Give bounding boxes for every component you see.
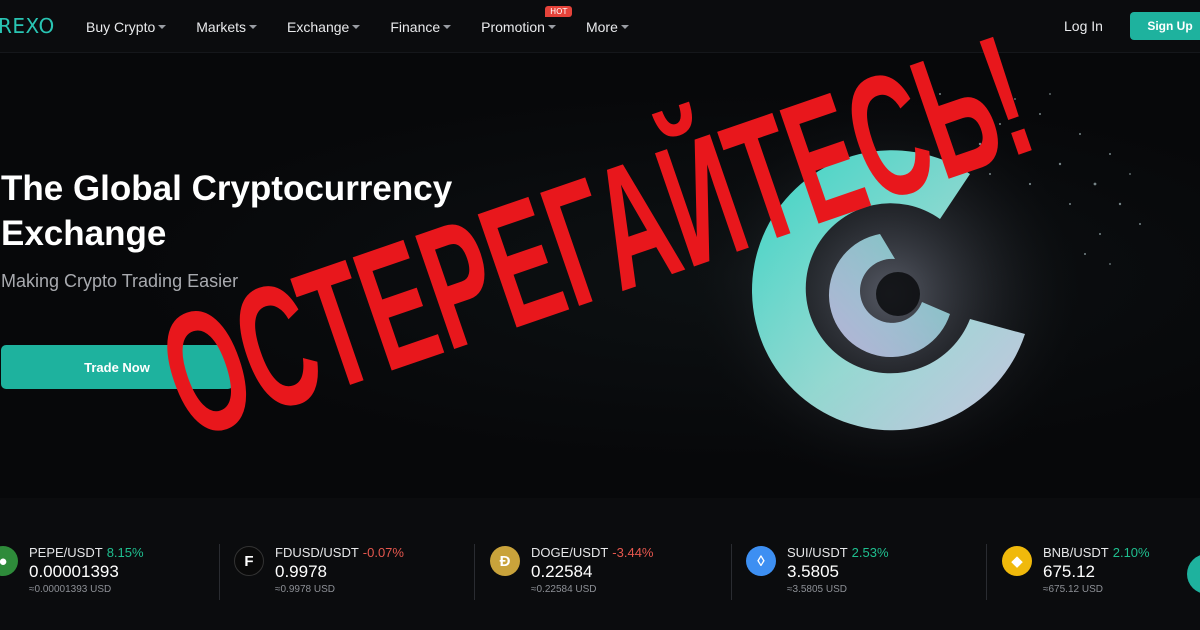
pepe-coin-icon: ● bbox=[0, 546, 18, 576]
ticker-pair: PEPE/USDT 8.15% bbox=[29, 545, 144, 560]
nav-more[interactable]: More bbox=[586, 19, 629, 35]
nav-label: Buy Crypto bbox=[86, 18, 156, 35]
ticker-pair: DOGE/USDT -3.44% bbox=[531, 545, 654, 560]
ticker-pair: FDUSD/USDT -0.07% bbox=[275, 545, 404, 560]
ticker-pair: BNB/USDT 2.10% bbox=[1043, 545, 1150, 560]
nav-label: More bbox=[585, 18, 618, 35]
ticker-change: -0.07% bbox=[362, 545, 404, 560]
ticker-pair-label: DOGE/USDT bbox=[531, 545, 609, 560]
hot-badge: HOT bbox=[545, 5, 573, 17]
ticker-price: 3.5805 bbox=[787, 562, 839, 581]
hero-title: The Global Cryptocurrency Exchange bbox=[1, 169, 453, 253]
bnb-coin-icon: ◆ bbox=[1002, 546, 1032, 576]
floating-support-button[interactable] bbox=[1187, 554, 1200, 594]
ticker-divider bbox=[219, 544, 220, 600]
ticker-divider bbox=[986, 544, 987, 600]
nav-label: Exchange bbox=[287, 18, 350, 35]
chevron-down-icon bbox=[352, 24, 361, 29]
nav-label: Promotion bbox=[481, 18, 545, 35]
ticker-pair-label: FDUSD/USDT bbox=[275, 545, 359, 560]
ticker-pair-label: BNB/USDT bbox=[1043, 545, 1109, 560]
ticker-change: 8.15% bbox=[106, 545, 144, 560]
hero-subtitle: Making Crypto Trading Easier bbox=[1, 271, 239, 291]
chevron-down-icon bbox=[620, 24, 629, 29]
chevron-down-icon bbox=[158, 24, 167, 29]
nav-label: Markets bbox=[196, 18, 247, 35]
doge-coin-icon: Ð bbox=[490, 546, 520, 576]
ticker-change: 2.10% bbox=[1112, 545, 1150, 560]
ticker-usd: ≈3.5805 USD bbox=[787, 584, 847, 595]
ticker-usd: ≈675.12 USD bbox=[1043, 584, 1103, 595]
ticker-change: 2.53% bbox=[851, 545, 889, 560]
market-ticker: ● PEPE/USDT 8.15% 0.00001393 ≈0.00001393 … bbox=[0, 498, 1200, 630]
trade-now-button[interactable]: Trade Now bbox=[1, 345, 233, 389]
nav-label: Finance bbox=[390, 18, 441, 35]
ticker-divider bbox=[474, 544, 475, 600]
ticker-usd: ≈0.22584 USD bbox=[531, 584, 597, 595]
ticker-usd: ≈0.00001393 USD bbox=[29, 584, 112, 595]
ticker-usd: ≈0.9978 USD bbox=[275, 584, 335, 595]
chevron-down-icon bbox=[443, 24, 452, 29]
fdusd-coin-icon: F bbox=[234, 546, 264, 576]
ticker-divider bbox=[731, 544, 732, 600]
nav-markets[interactable]: Markets bbox=[196, 18, 258, 35]
login-link[interactable]: Log In bbox=[1064, 18, 1103, 34]
ticker-price: 675.12 bbox=[1043, 562, 1095, 581]
nav-buy-crypto[interactable]: Buy Crypto bbox=[86, 18, 167, 35]
ticker-change: -3.44% bbox=[612, 545, 654, 560]
hero-logo-art bbox=[690, 93, 1141, 494]
top-nav: REXO Buy Crypto Markets Exchange Finance… bbox=[0, 0, 1200, 53]
nav-finance[interactable]: Finance bbox=[390, 18, 452, 35]
hero-section: The Global Cryptocurrency Exchange Makin… bbox=[0, 54, 1200, 498]
brand-logo[interactable]: REXO bbox=[0, 14, 55, 38]
nav-promotion[interactable]: Promotion HOT bbox=[481, 5, 573, 35]
ticker-pair: SUI/USDT 2.53% bbox=[787, 545, 889, 560]
main-menu: Buy Crypto Markets Exchange Finance Prom… bbox=[86, 0, 659, 53]
ticker-price: 0.22584 bbox=[531, 562, 593, 581]
signup-button[interactable]: Sign Up bbox=[1130, 12, 1200, 40]
ticker-pair-label: PEPE/USDT bbox=[29, 545, 103, 560]
ticker-price: 0.00001393 bbox=[29, 562, 119, 581]
nav-exchange[interactable]: Exchange bbox=[287, 18, 361, 35]
chevron-down-icon bbox=[547, 24, 556, 29]
chevron-down-icon bbox=[249, 24, 258, 29]
ticker-pair-label: SUI/USDT bbox=[787, 545, 848, 560]
ticker-price: 0.9978 bbox=[275, 562, 327, 581]
sui-coin-icon: ◊ bbox=[746, 546, 776, 576]
